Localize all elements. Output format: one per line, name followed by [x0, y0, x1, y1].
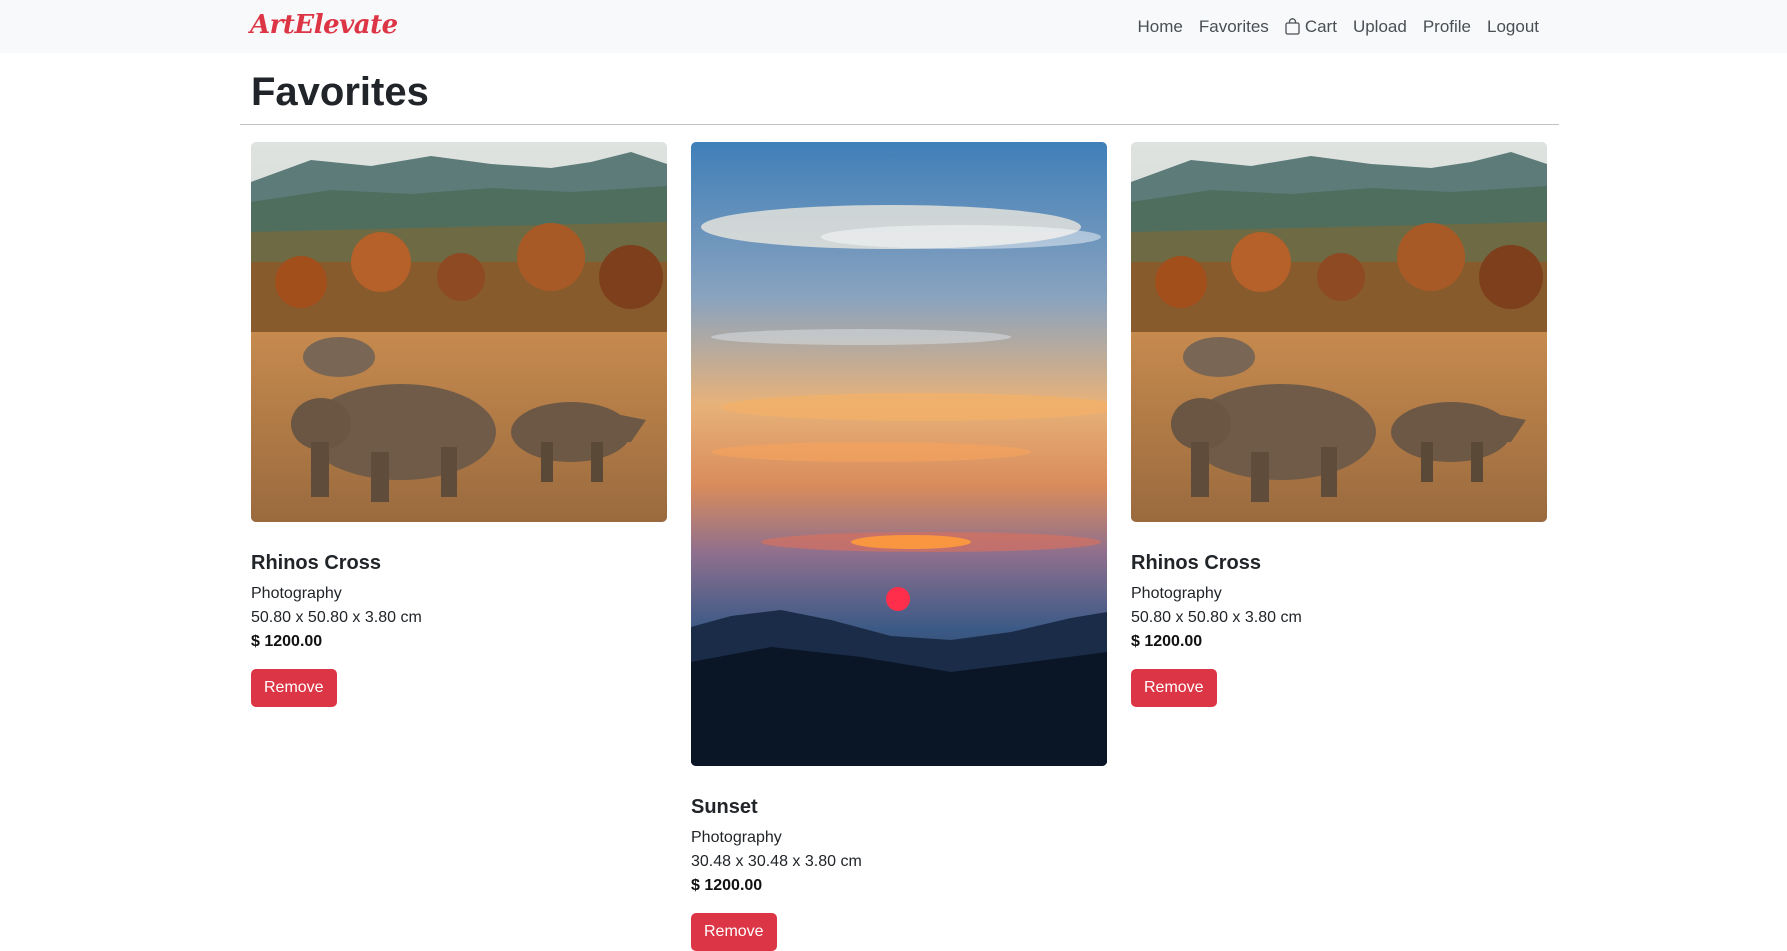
artwork-category: Photography	[691, 829, 782, 846]
remove-button[interactable]: Remove	[251, 669, 337, 707]
brand-logo[interactable]: ArtElevate	[250, 10, 398, 40]
nav-upload-link[interactable]: Upload	[1353, 17, 1407, 37]
shopping-bag-icon	[1285, 18, 1300, 35]
nav-profile-link[interactable]: Profile	[1423, 17, 1471, 37]
artwork-title[interactable]: Rhinos Cross	[1131, 550, 1547, 576]
artwork-title[interactable]: Sunset	[691, 794, 1107, 820]
artwork-price: $ 1200.00	[1131, 633, 1203, 650]
artwork-title[interactable]: Rhinos Cross	[251, 550, 667, 576]
artwork-dimensions: 50.80 x 50.80 x 3.80 cm	[1131, 609, 1302, 626]
title-divider	[240, 124, 1559, 125]
page-title: Favorites	[251, 70, 429, 114]
nav-logout-link[interactable]: Logout	[1487, 17, 1539, 37]
card-body: Rhinos Cross Photography 50.80 x 50.80 x…	[251, 522, 667, 707]
artwork-image-sunset[interactable]	[691, 142, 1107, 766]
artwork-category: Photography	[1131, 585, 1222, 602]
nav-favorites-link[interactable]: Favorites	[1199, 17, 1269, 37]
artwork-image-rhinos[interactable]	[251, 142, 667, 522]
artwork-price: $ 1200.00	[251, 633, 323, 650]
nav-home-link[interactable]: Home	[1138, 17, 1183, 37]
navbar: ArtElevate Home Favorites Cart Upload Pr…	[0, 0, 1787, 53]
artwork-dimensions: 50.80 x 50.80 x 3.80 cm	[251, 609, 422, 626]
favorite-card: Rhinos Cross Photography 50.80 x 50.80 x…	[251, 142, 667, 707]
remove-button[interactable]: Remove	[1131, 669, 1217, 707]
nav-links: Home Favorites Cart Upload Profile Logou…	[1138, 0, 1539, 53]
favorite-card: Sunset Photography 30.48 x 30.48 x 3.80 …	[691, 142, 1107, 951]
nav-cart-label: Cart	[1304, 16, 1337, 36]
favorite-card: Rhinos Cross Photography 50.80 x 50.80 x…	[1131, 142, 1547, 707]
remove-button[interactable]: Remove	[691, 913, 777, 951]
card-body: Rhinos Cross Photography 50.80 x 50.80 x…	[1131, 522, 1547, 707]
artwork-category: Photography	[251, 585, 342, 602]
artwork-price: $ 1200.00	[691, 877, 763, 894]
card-body: Sunset Photography 30.48 x 30.48 x 3.80 …	[691, 766, 1107, 951]
artwork-image-rhinos[interactable]	[1131, 142, 1547, 522]
artwork-dimensions: 30.48 x 30.48 x 3.80 cm	[691, 853, 862, 870]
nav-cart-link[interactable]: Cart	[1285, 17, 1337, 37]
